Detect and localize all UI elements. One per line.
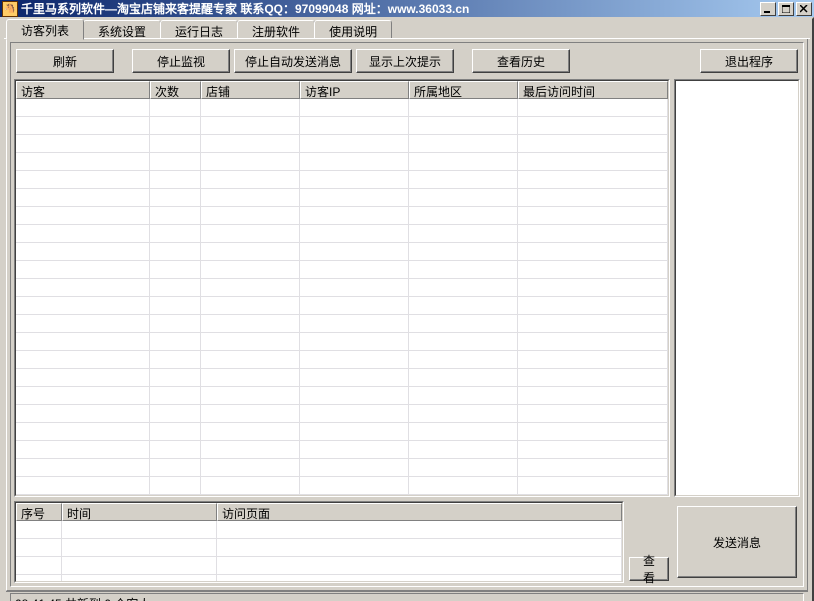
col-count[interactable]: 次数 — [150, 81, 201, 99]
close-button[interactable] — [796, 2, 812, 16]
table-row[interactable] — [16, 117, 668, 135]
table-row[interactable] — [16, 207, 668, 225]
tab-visitor-list[interactable]: 访客列表 — [6, 19, 84, 40]
app-icon: 🐴 — [2, 1, 18, 17]
maximize-button[interactable] — [778, 2, 794, 16]
table-row[interactable] — [16, 521, 622, 539]
table-row[interactable] — [16, 441, 668, 459]
view-history-button[interactable]: 查看历史 — [472, 49, 570, 73]
table-row[interactable] — [16, 477, 668, 495]
pages-grid[interactable]: 序号 时间 访问页面 — [14, 501, 624, 583]
col-time[interactable]: 时间 — [62, 503, 217, 521]
table-row[interactable] — [16, 405, 668, 423]
send-message-button[interactable]: 发送消息 — [677, 506, 797, 578]
table-row[interactable] — [16, 423, 668, 441]
toolbar: 刷新 停止监视 停止自动发送消息 显示上次提示 查看历史 退出程序 — [14, 43, 800, 79]
visitor-grid-body[interactable] — [16, 99, 668, 495]
table-row[interactable] — [16, 99, 668, 117]
table-row[interactable] — [16, 369, 668, 387]
exit-button[interactable]: 退出程序 — [700, 49, 798, 73]
table-row[interactable] — [16, 351, 668, 369]
title-bar: 🐴 千里马系列软件—淘宝店铺来客提醒专家 联系QQ：97099048 网址：ww… — [0, 0, 814, 17]
stop-auto-send-button[interactable]: 停止自动发送消息 — [234, 49, 352, 73]
pages-grid-body[interactable] — [16, 521, 622, 581]
client-area: 访客列表 系统设置 运行日志 注册软件 使用说明 刷新 停止监视 停止自动发送消… — [0, 17, 814, 601]
table-row[interactable] — [16, 171, 668, 189]
view-button[interactable]: 查看 — [629, 557, 669, 581]
table-row[interactable] — [16, 279, 668, 297]
table-row[interactable] — [16, 189, 668, 207]
col-shop[interactable]: 店铺 — [201, 81, 300, 99]
table-row[interactable] — [16, 153, 668, 171]
tab-strip: 访客列表 系统设置 运行日志 注册软件 使用说明 — [2, 19, 812, 39]
tab-run-log[interactable]: 运行日志 — [160, 20, 238, 39]
show-last-tip-button[interactable]: 显示上次提示 — [356, 49, 454, 73]
table-row[interactable] — [16, 243, 668, 261]
col-seq[interactable]: 序号 — [16, 503, 62, 521]
stop-monitor-button[interactable]: 停止监视 — [132, 49, 230, 73]
pages-grid-header: 序号 时间 访问页面 — [16, 503, 622, 521]
col-region[interactable]: 所属地区 — [409, 81, 518, 99]
window-title: 千里马系列软件—淘宝店铺来客提醒专家 联系QQ：97099048 网址：www.… — [21, 0, 760, 17]
table-row[interactable] — [16, 387, 668, 405]
visitor-grid[interactable]: 访客 次数 店铺 访客IP 所属地区 最后访问时间 — [14, 79, 670, 497]
table-row[interactable] — [16, 459, 668, 477]
table-row[interactable] — [16, 261, 668, 279]
col-page[interactable]: 访问页面 — [217, 503, 622, 521]
table-row[interactable] — [16, 135, 668, 153]
status-text: 08:41:45 共新到 0 个客人 — [10, 593, 804, 601]
status-bar: 08:41:45 共新到 0 个客人 — [6, 591, 808, 601]
tab-instructions[interactable]: 使用说明 — [314, 20, 392, 39]
table-row[interactable] — [16, 297, 668, 315]
tab-register[interactable]: 注册软件 — [237, 20, 315, 39]
message-box[interactable] — [674, 79, 800, 497]
table-row[interactable] — [16, 315, 668, 333]
col-visitor[interactable]: 访客 — [16, 81, 150, 99]
table-row[interactable] — [16, 333, 668, 351]
table-row[interactable] — [16, 225, 668, 243]
minimize-button[interactable] — [760, 2, 776, 16]
tab-system-settings[interactable]: 系统设置 — [83, 20, 161, 39]
refresh-button[interactable]: 刷新 — [16, 49, 114, 73]
col-last-visit[interactable]: 最后访问时间 — [518, 81, 668, 99]
col-ip[interactable]: 访客IP — [300, 81, 409, 99]
tab-content: 刷新 停止监视 停止自动发送消息 显示上次提示 查看历史 退出程序 访客 — [6, 39, 808, 591]
table-row[interactable] — [16, 539, 622, 557]
visitor-grid-header: 访客 次数 店铺 访客IP 所属地区 最后访问时间 — [16, 81, 668, 99]
table-row[interactable] — [16, 575, 622, 581]
table-row[interactable] — [16, 557, 622, 575]
